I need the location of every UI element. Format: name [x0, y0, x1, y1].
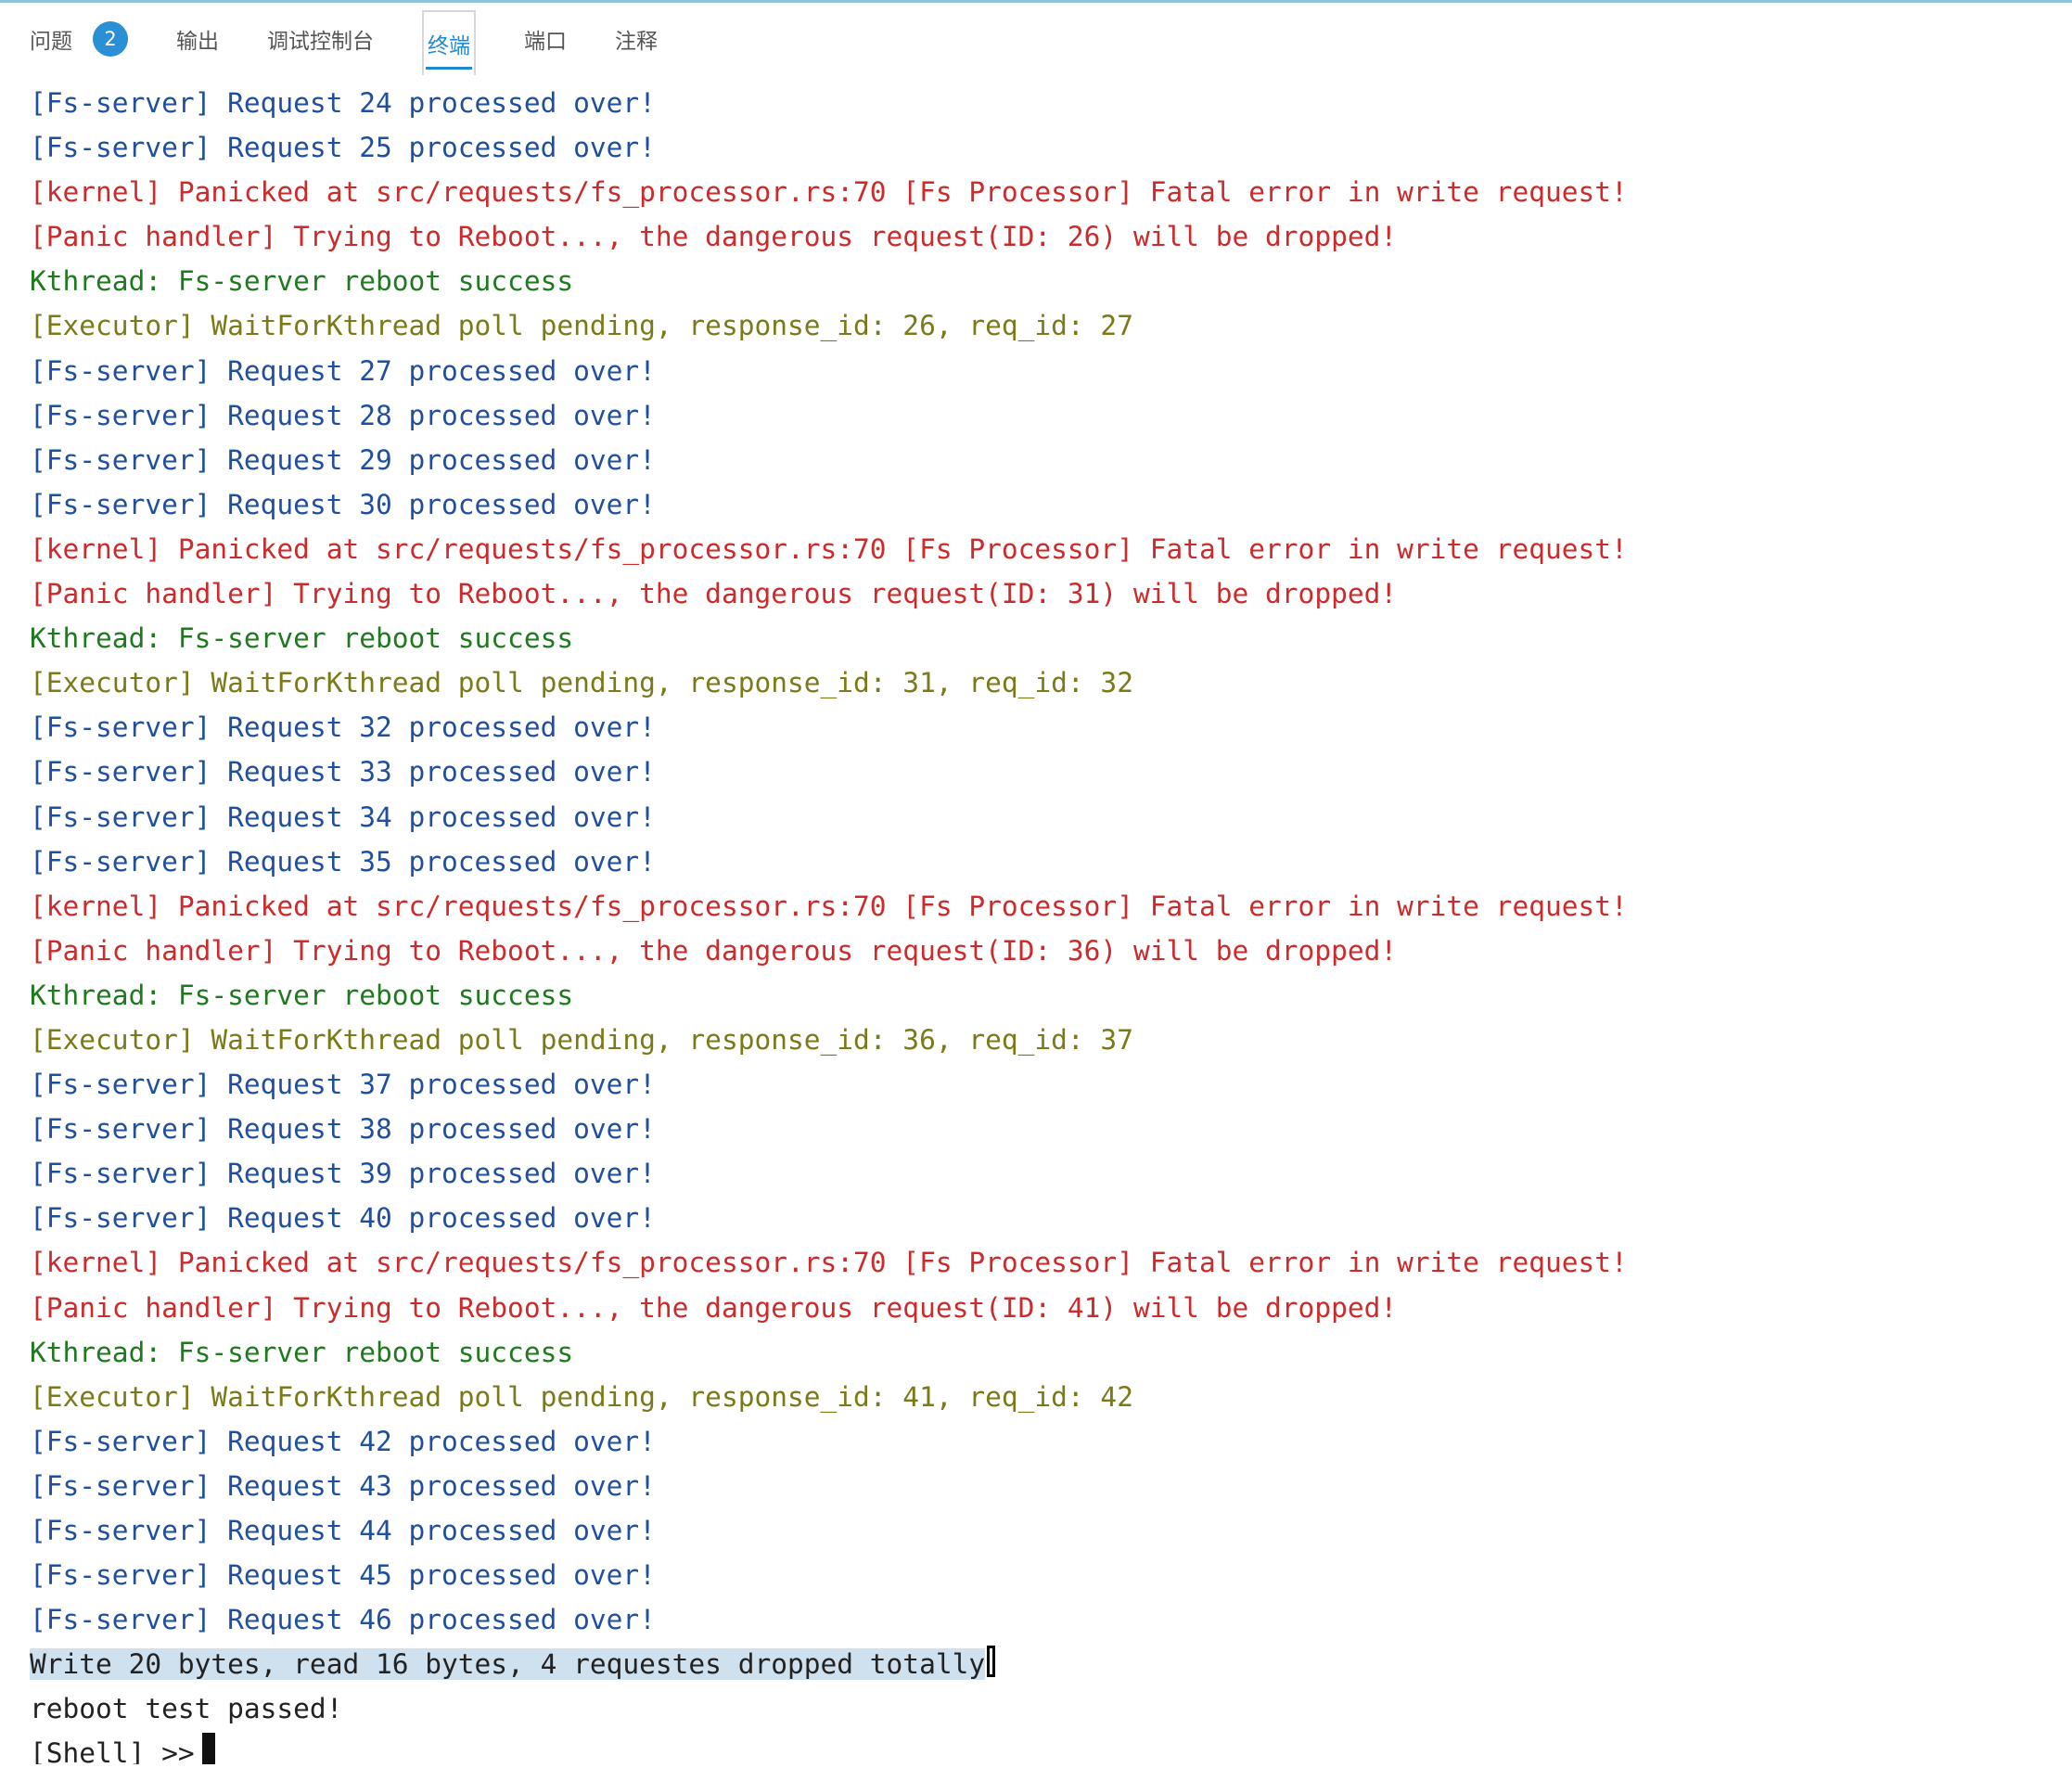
- terminal-line: [kernel] Panicked at src/requests/fs_pro…: [30, 176, 1628, 209]
- terminal-line: Kthread: Fs-server reboot success: [30, 622, 574, 655]
- terminal-line: reboot test passed!: [30, 1693, 343, 1725]
- terminal-line: [Fs-server] Request 39 processed over!: [30, 1158, 656, 1190]
- terminal-line: [Fs-server] Request 35 processed over!: [30, 845, 656, 878]
- terminal-line: Kthread: Fs-server reboot success: [30, 979, 574, 1011]
- terminal-line: [Executor] WaitForKthread poll pending, …: [30, 667, 1133, 699]
- terminal-line: [Fs-server] Request 30 processed over!: [30, 488, 656, 520]
- terminal-cursor: [201, 1733, 215, 1764]
- problems-count-badge: 2: [93, 21, 128, 57]
- terminal-line: [Fs-server] Request 25 processed over!: [30, 132, 656, 164]
- terminal-line: [Fs-server] Request 38 processed over!: [30, 1113, 656, 1146]
- tab-terminal-label: 终端: [428, 34, 470, 58]
- terminal-line: [Executor] WaitForKthread poll pending, …: [30, 310, 1133, 342]
- terminal-line: [Fs-server] Request 32 processed over!: [30, 711, 656, 744]
- tab-problems-label: 问题: [30, 30, 72, 54]
- terminal-line: Kthread: Fs-server reboot success: [30, 265, 574, 298]
- shell-prompt-line[interactable]: [Shell] >>: [30, 1731, 2061, 1764]
- terminal-line: [kernel] Panicked at src/requests/fs_pro…: [30, 532, 1628, 565]
- terminal-line: [Fs-server] Request 45 processed over!: [30, 1559, 656, 1592]
- terminal-line: [Fs-server] Request 24 processed over!: [30, 87, 656, 119]
- terminal-line: [Fs-server] Request 34 processed over!: [30, 801, 656, 833]
- tab-output[interactable]: 输出: [176, 11, 219, 67]
- terminal-line: [Fs-server] Request 40 processed over!: [30, 1202, 656, 1235]
- tab-debug-console-label: 调试控制台: [267, 30, 374, 54]
- tab-ports-label: 端口: [524, 30, 567, 54]
- terminal-line: [Panic handler] Trying to Reboot..., the…: [30, 934, 1398, 967]
- terminal-line: [Fs-server] Request 42 processed over!: [30, 1425, 656, 1457]
- terminal-line: [kernel] Panicked at src/requests/fs_pro…: [30, 890, 1628, 922]
- terminal-line: [Panic handler] Trying to Reboot..., the…: [30, 221, 1398, 253]
- terminal-line: [Fs-server] Request 29 processed over!: [30, 443, 656, 476]
- tab-comments[interactable]: 注释: [615, 11, 658, 67]
- terminal-line: [Fs-server] Request 43 processed over!: [30, 1469, 656, 1502]
- terminal-line: [Fs-server] Request 33 processed over!: [30, 756, 656, 788]
- tab-comments-label: 注释: [615, 30, 658, 54]
- terminal-line: [Executor] WaitForKthread poll pending, …: [30, 1023, 1133, 1056]
- terminal-line-selected: Write 20 bytes, read 16 bytes, 4 request…: [30, 1642, 2061, 1686]
- terminal-line: [Fs-server] Request 27 processed over!: [30, 354, 656, 387]
- terminal-line: [Panic handler] Trying to Reboot..., the…: [30, 578, 1398, 610]
- tab-problems[interactable]: 问题 2: [30, 11, 128, 67]
- terminal-line: [Fs-server] Request 44 processed over!: [30, 1515, 656, 1546]
- terminal-output[interactable]: [Fs-server] Request 24 processed over! […: [30, 81, 2061, 1764]
- terminal-line: [Fs-server] Request 46 processed over!: [30, 1604, 656, 1636]
- terminal-line: [Panic handler] Trying to Reboot..., the…: [30, 1291, 1398, 1324]
- tab-ports[interactable]: 端口: [524, 11, 567, 67]
- terminal-line: Kthread: Fs-server reboot success: [30, 1336, 574, 1368]
- tab-debug-console[interactable]: 调试控制台: [267, 11, 374, 67]
- selected-text: Write 20 bytes, read 16 bytes, 4 request…: [30, 1648, 986, 1681]
- tab-output-label: 输出: [176, 30, 219, 54]
- terminal-line: [Executor] WaitForKthread poll pending, …: [30, 1380, 1133, 1413]
- shell-prompt: [Shell] >>: [30, 1737, 195, 1764]
- panel-tab-bar: 问题 2 输出 调试控制台 终端 端口 注释: [0, 3, 2072, 75]
- terminal-line: [Fs-server] Request 37 processed over!: [30, 1069, 656, 1101]
- text-cursor: [987, 1646, 996, 1678]
- tab-terminal[interactable]: 终端: [422, 10, 476, 75]
- terminal-line: [kernel] Panicked at src/requests/fs_pro…: [30, 1247, 1628, 1279]
- terminal-line: [Fs-server] Request 28 processed over!: [30, 399, 656, 431]
